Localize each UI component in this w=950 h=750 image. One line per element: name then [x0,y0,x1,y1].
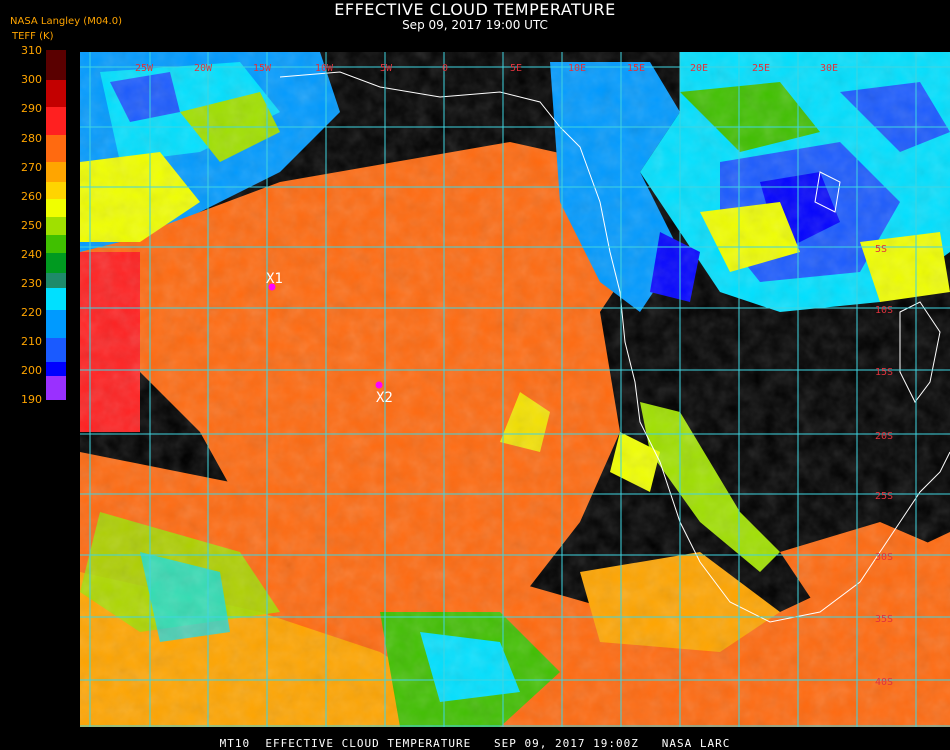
lat-label: 15S [875,367,893,378]
colorbar-unit-label: TEFF (K) [12,31,54,42]
lon-label: 5W [380,63,393,74]
lon-label: 15E [627,63,645,74]
lon-label: 20W [194,63,213,74]
lon-label: 15W [253,63,272,74]
lat-label: 20S [875,431,893,442]
colorbar-tick-label: 280 [21,132,42,145]
colorbar-tick-label: 210 [21,335,42,348]
colorbar [46,50,66,400]
colorbar-tick-label: 190 [21,393,42,406]
lat-label: 35S [875,614,893,625]
colorbar-tick-label: 200 [21,364,42,377]
colorbar-segment [46,253,66,273]
colorbar-segment [46,50,66,80]
lon-label: 25W [135,63,154,74]
lat-label: 25S [875,491,893,502]
colorbar-tick-label: 250 [21,219,42,232]
lon-label: 10E [568,63,586,74]
colorbar-segment [46,199,66,217]
marker-x2-label: X2 [376,390,393,406]
colorbar-segment [46,235,66,253]
marker-x1-label: X1 [266,271,283,287]
colorbar-tick-label: 300 [21,73,42,86]
lat-label: 30S [875,552,893,563]
colorbar-segment [46,273,66,288]
lon-label: 20E [690,63,708,74]
map-title: EFFECTIVE CLOUD TEMPERATURE [334,0,616,19]
colorbar-segment [46,217,66,235]
map-subtitle: Sep 09, 2017 19:00 UTC [402,18,548,32]
colorbar-segment [46,182,66,199]
lat-label: 5S [875,244,887,255]
lon-label: 25E [752,63,770,74]
colorbar-tick-label: 240 [21,248,42,261]
colorbar-tick-label: 290 [21,102,42,115]
colorbar-segment [46,107,66,135]
lat-label: 10S [875,305,893,316]
marker-x2-dot[interactable] [375,381,383,389]
lat-label: 40S [875,677,893,688]
colorbar-segment [46,376,66,400]
colorbar-segment [46,288,66,310]
colorbar-tick-label: 220 [21,306,42,319]
footer-caption: MT10 EFFECTIVE CLOUD TEMPERATURE SEP 09,… [219,737,731,750]
lon-label: 5E [510,63,522,74]
cloud-field [80,52,950,727]
satellite-map[interactable]: 25W 20W 15W 10W 5W 0 5E 10E 15E 20E 25E … [80,52,950,727]
lon-label: 10W [315,63,334,74]
lon-label: 30E [820,63,838,74]
credit-label: NASA Langley (M04.0) [10,16,122,27]
colorbar-tick-label: 260 [21,190,42,203]
colorbar-segment [46,135,66,162]
satellite-map-svg: 25W 20W 15W 10W 5W 0 5E 10E 15E 20E 25E … [80,52,950,727]
lon-label: 0 [442,63,448,74]
colorbar-segment [46,362,66,376]
colorbar-segment [46,80,66,107]
colorbar-segment [46,162,66,182]
colorbar-segment [46,338,66,362]
colorbar-tick-label: 230 [21,277,42,290]
colorbar-tick-label: 310 [21,44,42,57]
colorbar-tick-label: 270 [21,161,42,174]
colorbar-segment [46,310,66,338]
